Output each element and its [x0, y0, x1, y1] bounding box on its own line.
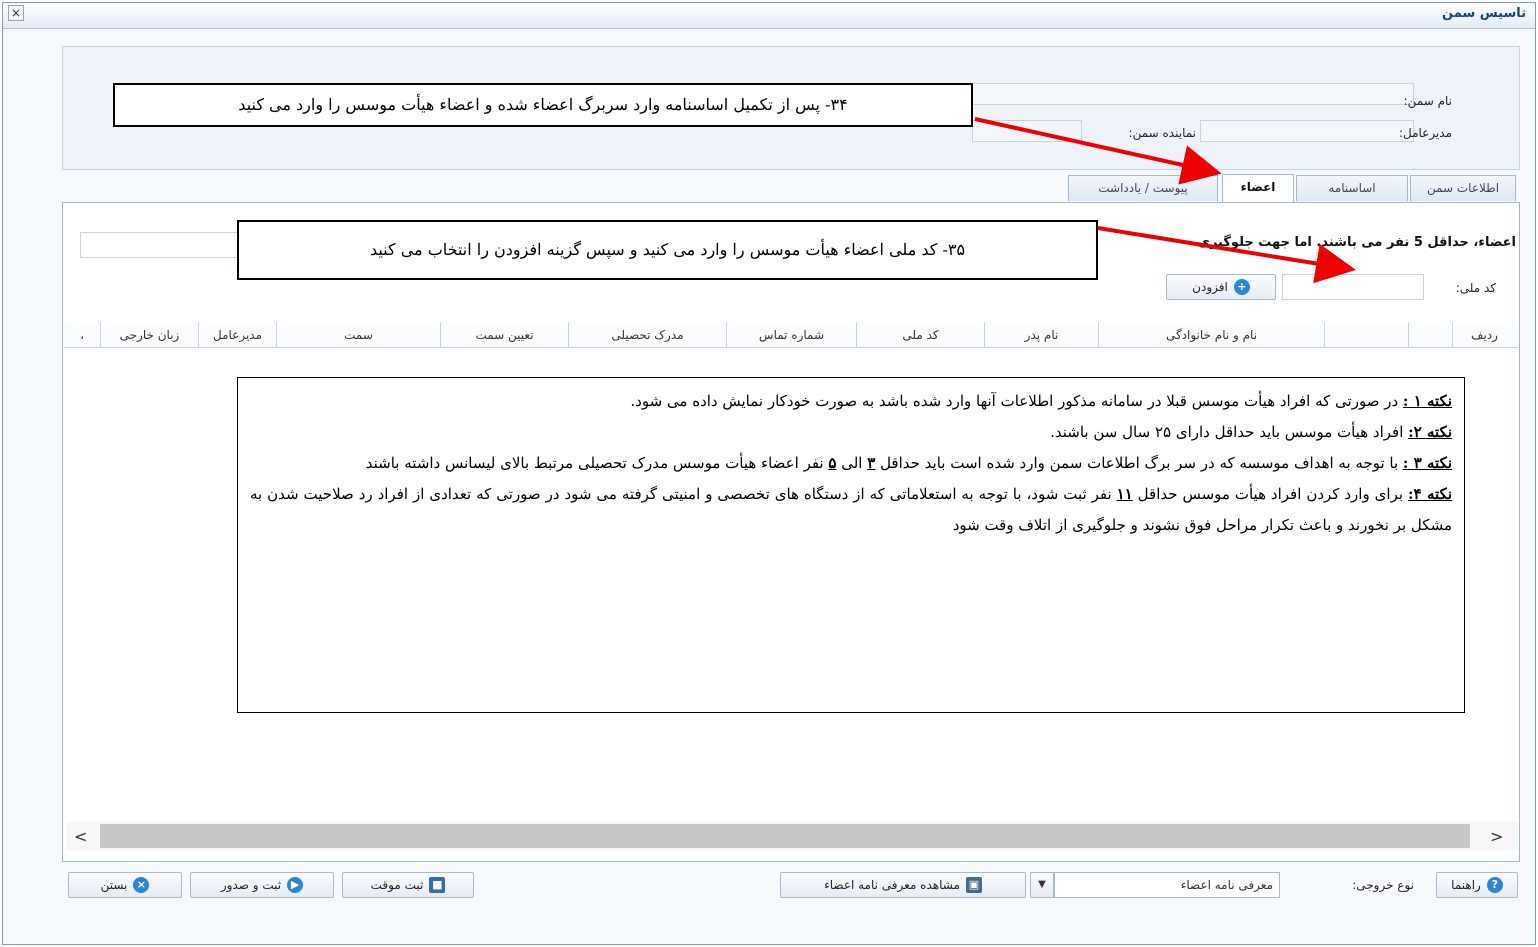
close-button[interactable]: × بستن: [68, 872, 182, 898]
note-3: نکته ۳ : با توجه به اهداف موسسه که در سر…: [365, 454, 1452, 472]
chevron-down-icon[interactable]: ▼: [1030, 872, 1054, 898]
arrow-to-national-code: [1097, 226, 1356, 284]
print-preview-icon: ▣: [965, 877, 982, 893]
temp-save-button[interactable]: ■ ثبت موقت: [342, 872, 474, 898]
view-letter-label: مشاهده معرفی نامه اعضاء: [824, 878, 960, 892]
note-1: نکته ۱ : در صورتی که افراد هیأت موسس قبل…: [630, 392, 1452, 410]
arrow-right-icon: ▶: [287, 877, 304, 893]
note-2: نکته ۲: افراد هیأت موسس باید حداقل دارای…: [1050, 423, 1452, 441]
close-label: بستن: [100, 878, 128, 892]
save-and-issue-label: ثبت و صدور: [220, 878, 282, 892]
arrow-to-members-tab: [974, 117, 1222, 185]
output-type-label: نوع خروجی:: [1352, 878, 1414, 892]
temp-save-label: ثبت موقت: [370, 878, 424, 892]
notes-box: نکته ۱ : در صورتی که افراد هیأت موسس قبل…: [237, 377, 1465, 713]
help-icon: ?: [1486, 877, 1503, 893]
scroll-left-icon[interactable]: <: [74, 827, 87, 846]
save-and-issue-button[interactable]: ▶ ثبت و صدور: [190, 872, 334, 898]
note-4: نکته ۴: برای وارد کردن افراد هیأت موسس ح…: [250, 485, 1452, 534]
scrollbar-thumb[interactable]: [100, 824, 1470, 848]
floppy-disk-icon: ■: [429, 877, 446, 893]
output-type-select[interactable]: معرفی نامه اعضاء: [1054, 872, 1280, 898]
close-circle-icon: ×: [133, 877, 150, 893]
scroll-right-icon[interactable]: >: [1490, 827, 1503, 846]
view-letter-button[interactable]: ▣ مشاهده معرفی نامه اعضاء: [780, 872, 1026, 898]
help-label: راهنما: [1451, 878, 1481, 892]
help-button[interactable]: ? راهنما: [1436, 872, 1518, 898]
